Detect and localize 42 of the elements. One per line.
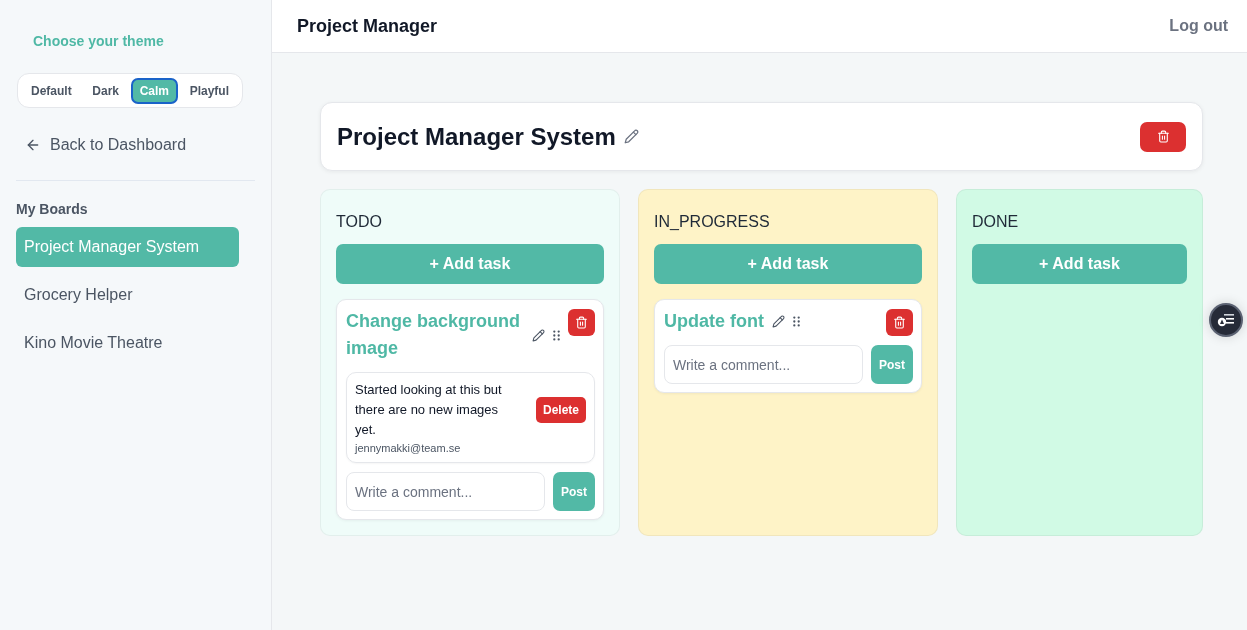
trash-icon [575,316,588,329]
trash-icon [1156,130,1170,143]
add-task-button[interactable]: + Add task [336,244,604,284]
back-arrow-icon [25,137,41,153]
delete-task-button[interactable] [886,309,913,336]
board-link[interactable]: Kino Movie Theatre [16,323,239,363]
delete-board-button[interactable] [1140,121,1186,152]
list-icon [1217,313,1235,327]
comment-input[interactable]: Write a comment... [664,345,863,384]
pencil-icon[interactable] [623,129,639,144]
trash-icon [893,316,906,329]
pencil-icon[interactable] [532,328,545,342]
column-title: DONE [972,212,1019,232]
add-task-button[interactable]: + Add task [654,244,922,284]
task-title: Change background image [346,310,521,360]
drag-handle-icon[interactable] [793,316,800,327]
post-button[interactable]: Post [871,345,913,384]
logout-button[interactable]: Log out [1169,17,1228,35]
boards-heading: My Boards [16,200,88,218]
column-title: TODO [336,212,382,232]
floating-button[interactable] [1209,303,1243,337]
theme-option[interactable]: Calm [130,77,178,104]
board-title: Project Manager System [337,122,616,151]
theme-option[interactable]: Dark [83,77,128,104]
comment-text: Started looking at this but there are no new images yet. [355,381,503,439]
comment-input[interactable]: Write a comment... [346,472,545,511]
drag-handle-icon[interactable] [553,329,560,341]
column-title: IN_PROGRESS [654,212,770,232]
comment-author: jennymakki@team.se [355,441,461,455]
task-title: Update font [664,310,764,333]
pencil-icon[interactable] [772,315,785,328]
theme-option[interactable]: Playful [180,77,238,104]
back-link[interactable]: Back to Dashboard [25,134,187,156]
board-link[interactable]: Grocery Helper [16,275,239,315]
board-link[interactable]: Project Manager System [16,227,239,267]
delete-comment-button[interactable]: Delete [535,397,586,423]
theme-option[interactable]: Default [22,77,81,104]
post-button[interactable]: Post [553,472,595,511]
delete-task-button[interactable] [568,309,595,336]
add-task-button[interactable]: + Add task [972,244,1187,284]
app-title: Project Manager [297,15,438,37]
theme-heading: Choose your theme [33,32,164,51]
